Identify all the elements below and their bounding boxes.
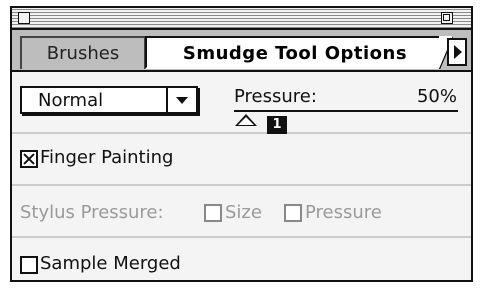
close-box-icon[interactable] [18,12,30,24]
pressure-slider-thumb-icon[interactable] [235,114,257,126]
tab-smudge-tool-options[interactable]: Smudge Tool Options [145,36,453,69]
stylus-pressure-option-label[interactable]: Pressure [305,202,382,223]
finger-painting-checkbox[interactable] [20,150,38,168]
pressure-slider-track[interactable] [234,110,458,112]
sample-merged-label[interactable]: Sample Merged [40,253,181,274]
dropdown-arrow-icon[interactable] [166,88,196,112]
palette-menu-arrow-icon[interactable] [447,38,467,66]
stylus-size-checkbox[interactable] [204,204,222,222]
finger-painting-label[interactable]: Finger Painting [40,147,173,168]
smudge-tool-options-palette: Brushes Smudge Tool Options Normal Press… [10,6,473,282]
sample-merged-checkbox[interactable] [20,256,38,274]
stylus-size-label[interactable]: Size [225,202,262,223]
mode-pressure-row: Normal Pressure: 50% 1 [12,72,471,134]
stylus-pressure-checkbox[interactable] [284,204,302,222]
palette-title-bar[interactable] [12,8,471,30]
tab-brushes[interactable]: Brushes [20,36,146,69]
stylus-pressure-label: Stylus Pressure: [20,202,164,223]
sample-merged-row: Sample Merged [12,238,471,280]
finger-painting-row: Finger Painting [12,134,471,186]
pressure-label: Pressure: [234,86,317,107]
pressure-slider-badge: 1 [267,116,287,134]
palette-tab-bar: Brushes Smudge Tool Options [12,30,471,72]
stylus-pressure-row: Stylus Pressure: Size Pressure [12,186,471,238]
zoom-box-icon[interactable] [441,12,453,24]
pressure-value: 50% [416,86,457,107]
blend-mode-value: Normal [38,90,104,111]
blend-mode-dropdown[interactable]: Normal [20,86,198,114]
